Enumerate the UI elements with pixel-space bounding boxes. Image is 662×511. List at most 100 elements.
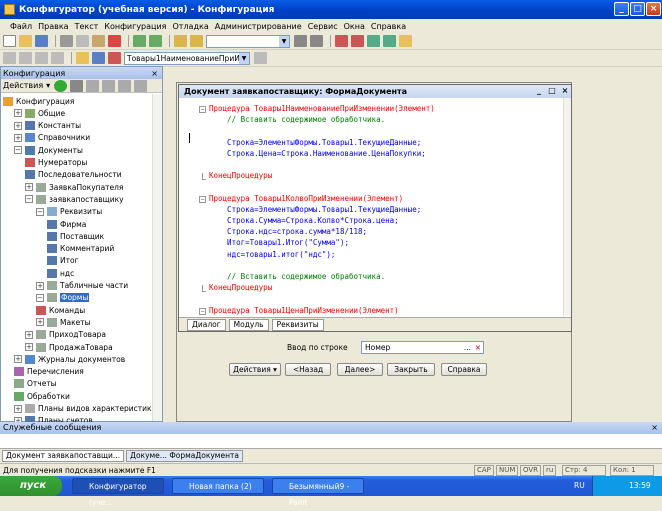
tree-item[interactable]: + Константы	[14, 120, 81, 132]
clear-icon[interactable]: ×	[475, 342, 481, 353]
editor-close-button[interactable]: ×	[560, 86, 570, 96]
editor-scrollbar[interactable]	[563, 98, 571, 316]
expand-icon[interactable]: +	[25, 343, 33, 351]
expand-icon[interactable]: +	[14, 121, 22, 130]
menu-debug[interactable]: Отладка	[172, 22, 208, 31]
tree-item[interactable]: + Общие	[14, 107, 65, 119]
menu-text[interactable]: Текст	[75, 22, 99, 31]
expand-icon[interactable]: +	[14, 133, 22, 142]
next-button[interactable]: Далее>	[337, 363, 383, 376]
tab-attributes[interactable]: Реквизиты	[271, 318, 324, 331]
menu-configuration[interactable]: Конфигурация	[104, 22, 166, 31]
menu-file[interactable]: Файл	[10, 22, 32, 31]
tab-module[interactable]: Модуль	[228, 318, 269, 331]
find-prev-icon[interactable]	[310, 35, 323, 47]
delete-icon[interactable]	[108, 35, 121, 47]
tree-item[interactable]: Перечисления	[14, 366, 84, 378]
chevron-down-icon[interactable]: ▾	[46, 81, 50, 90]
actions-button[interactable]: Действия ▾	[229, 363, 281, 376]
input-by-line-field[interactable]: Номер... ×	[361, 341, 484, 354]
fold-marker-icon[interactable]	[202, 173, 206, 181]
tree-item[interactable]: + Табличные части	[36, 280, 128, 292]
close-form-button[interactable]: Закрыть	[387, 363, 435, 376]
stop-icon[interactable]	[351, 35, 364, 47]
procedure-combo[interactable]: Товары1НаименованиеПриИзм ▼	[124, 51, 250, 65]
redo-icon[interactable]	[149, 35, 162, 47]
tree-item[interactable]: − Документы	[14, 144, 83, 156]
tree-item[interactable]: Отчеты	[14, 378, 57, 390]
tree-item[interactable]: + Планы видов характеристик	[14, 403, 152, 415]
close-service-icon[interactable]: ×	[651, 422, 658, 434]
maximize-button[interactable]: □	[630, 2, 645, 16]
save-icon[interactable]	[35, 35, 48, 47]
expand-icon[interactable]: +	[25, 183, 33, 192]
sort-icon[interactable]	[134, 79, 148, 92]
tree-item[interactable]: Нумераторы	[25, 157, 87, 169]
copy-icon[interactable]	[76, 35, 89, 47]
menu-help[interactable]: Справка	[371, 22, 406, 31]
tree-item[interactable]: + Журналы документов	[14, 353, 125, 365]
minimize-button[interactable]: _	[614, 2, 629, 16]
open-icon[interactable]	[19, 35, 32, 47]
run-icon[interactable]	[367, 35, 380, 47]
expand-icon[interactable]: +	[25, 330, 33, 339]
tree-scrollbar[interactable]	[152, 94, 162, 421]
task-configurator[interactable]: Конфигуратор (уче...	[72, 478, 164, 507]
find-icon[interactable]	[174, 35, 187, 47]
module-icon-2[interactable]	[19, 52, 32, 64]
actions-menu[interactable]: Действия	[3, 81, 43, 90]
expand-icon[interactable]: +	[36, 281, 44, 290]
edit-icon[interactable]	[70, 79, 84, 92]
window-tab-document[interactable]: Документ заявкапоставщи...	[2, 450, 125, 462]
help-icon[interactable]	[399, 35, 412, 47]
collapse-icon[interactable]: −	[25, 195, 33, 204]
paste-icon[interactable]	[92, 35, 105, 47]
add-icon[interactable]	[54, 79, 68, 92]
help-button[interactable]: Справка	[441, 363, 487, 376]
search-combo[interactable]: ▼	[206, 34, 290, 48]
tree-item[interactable]: Комментарий	[47, 243, 114, 255]
tab-dialog[interactable]: Диалог	[187, 318, 226, 331]
tree-item[interactable]: + ПриходТовара	[25, 329, 106, 341]
collapse-icon[interactable]: −	[36, 293, 44, 302]
fold-marker-icon[interactable]: −	[199, 307, 206, 315]
tree-item[interactable]: − Реквизиты	[36, 206, 102, 218]
close-panel-icon[interactable]: ×	[151, 69, 158, 78]
tree-item[interactable]: + ПродажаТовара	[25, 341, 113, 353]
expand-icon[interactable]: +	[36, 318, 44, 327]
procedure-list-icon[interactable]	[254, 52, 267, 64]
close-button[interactable]: ×	[646, 2, 661, 16]
menu-edit[interactable]: Правка	[38, 22, 68, 31]
expand-icon[interactable]: +	[14, 355, 22, 364]
debug-icon[interactable]	[335, 35, 348, 47]
back-button[interactable]: <Назад	[285, 363, 331, 376]
new-icon[interactable]	[3, 35, 16, 47]
tree-item[interactable]: + Справочники	[14, 132, 90, 144]
task-paint[interactable]: Безымянный9 - Paint	[272, 478, 364, 507]
fold-marker-icon[interactable]	[202, 285, 206, 293]
syntax-check-icon[interactable]	[92, 52, 105, 64]
procedure-icon[interactable]	[108, 52, 121, 64]
expand-icon[interactable]: +	[14, 109, 22, 118]
cut-icon[interactable]	[60, 35, 73, 47]
editor-maximize-button[interactable]: □	[547, 86, 557, 96]
move-up-icon[interactable]	[102, 79, 116, 92]
collapse-icon[interactable]: −	[14, 146, 22, 155]
tray-lang[interactable]: RU	[574, 476, 585, 496]
module-icon-3[interactable]	[35, 52, 48, 64]
module-icon[interactable]	[3, 52, 16, 64]
tree-item[interactable]: Итог	[47, 255, 79, 267]
form-icon[interactable]	[76, 52, 89, 64]
fold-marker-icon[interactable]: −	[199, 106, 206, 113]
tree-item[interactable]: Поставщик	[47, 230, 104, 242]
ellipsis-icon[interactable]: ...	[464, 342, 471, 353]
menu-administration[interactable]: Администрирование	[215, 22, 302, 31]
menu-service[interactable]: Сервис	[308, 22, 338, 31]
find-next-icon[interactable]	[294, 35, 307, 47]
tree-item[interactable]: + ЗаявкаПокупателя	[25, 181, 123, 193]
module-icon-4[interactable]	[51, 52, 64, 64]
menu-windows[interactable]: Окна	[344, 22, 365, 31]
tree-item[interactable]: Команды	[36, 304, 85, 316]
search-icon[interactable]	[190, 35, 203, 47]
expand-icon[interactable]: +	[14, 404, 22, 413]
